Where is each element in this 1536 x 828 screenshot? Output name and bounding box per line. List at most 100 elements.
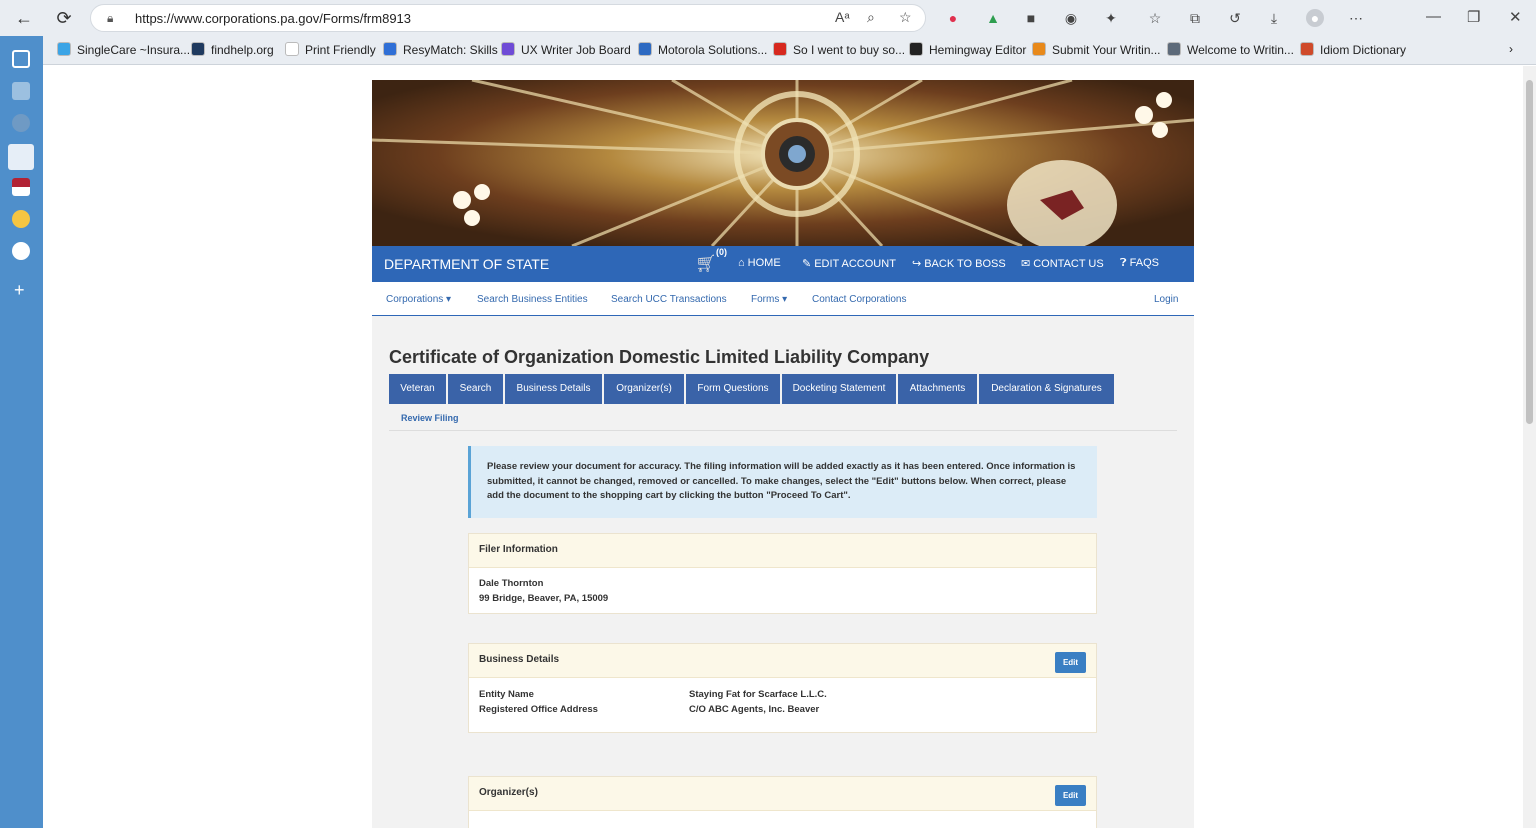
card-title: Organizer(s) <box>479 787 538 798</box>
close-icon[interactable]: ✕ <box>1509 8 1522 26</box>
site-icon[interactable] <box>12 82 30 100</box>
business-details-card: Business Details Edit Entity Name Stayin… <box>468 643 1097 733</box>
question-icon: ❓︎ <box>1120 257 1127 269</box>
more-icon[interactable]: ⋯ <box>1347 9 1365 27</box>
filer-address: 99 Bridge, Beaver, PA, 15009 <box>479 592 609 604</box>
page-container: DEPARTMENT OF STATE 🛒︎ (0) ⌂ HOME ✎ EDIT A… <box>372 80 1194 828</box>
edit-icon: ✎ <box>802 258 812 270</box>
tab-form-questions[interactable]: Form Questions <box>686 374 780 404</box>
tab-organizers[interactable]: Organizer(s) <box>604 374 684 404</box>
tab-search[interactable]: Search <box>448 374 503 404</box>
history-icon[interactable]: ↺ <box>1226 9 1244 27</box>
extension-icon[interactable]: ■ <box>1022 9 1040 27</box>
profile-avatar-icon[interactable]: ● <box>1306 9 1324 27</box>
bookmark-favicon-icon <box>191 42 205 56</box>
bookmark-item[interactable]: Submit Your Writin... <box>1032 42 1161 57</box>
maps-icon[interactable] <box>12 210 30 228</box>
refresh-icon[interactable]: ⟳ <box>52 6 76 30</box>
mail-icon: ✉ <box>1021 258 1031 270</box>
tab-attachments[interactable]: Attachments <box>898 374 977 404</box>
filer-name: Dale Thornton <box>479 578 544 589</box>
bookmark-item[interactable]: Idiom Dictionary <box>1300 42 1406 57</box>
cart-count[interactable]: (0) <box>716 247 727 257</box>
bookmark-item[interactable]: Hemingway Editor <box>909 42 1026 57</box>
document-icon[interactable] <box>8 144 34 170</box>
edit-business-button[interactable]: Edit <box>1055 652 1086 673</box>
restore-icon[interactable]: ❐ <box>1467 8 1480 26</box>
bookmark-item[interactable]: So I went to buy so... <box>773 42 905 57</box>
divider <box>389 430 1177 431</box>
download-icon[interactable]: ⤓ <box>1265 9 1283 27</box>
collections-icon[interactable]: ⧉ <box>1186 9 1204 27</box>
url-text[interactable]: https://www.corporations.pa.gov/Forms/fr… <box>135 11 411 26</box>
bookmark-item[interactable]: findhelp.org <box>191 42 274 57</box>
tab-actions-icon[interactable] <box>12 50 30 68</box>
read-aloud-icon[interactable]: Aᵃ <box>835 9 850 25</box>
dept-title: DEPARTMENT OF STATE <box>384 256 550 272</box>
address-bar[interactable]: 🔒︎ https://www.corporations.pa.gov/Forms… <box>90 4 926 32</box>
favorite-add-icon[interactable]: ☆ <box>899 9 912 26</box>
tab-declaration-signatures[interactable]: Declaration & Signatures <box>979 374 1114 404</box>
nav-label: FAQS <box>1129 257 1159 269</box>
subnav-contact[interactable]: Contact Corporations <box>812 294 907 305</box>
chevron-right-icon[interactable]: › <box>1509 42 1513 56</box>
favorites-icon[interactable]: ☆ <box>1146 9 1164 27</box>
nav-home[interactable]: ⌂ HOME <box>738 257 781 269</box>
extension-icon[interactable]: ● <box>944 9 962 27</box>
flag-icon[interactable] <box>12 178 30 196</box>
bookmark-favicon-icon <box>1032 42 1046 56</box>
subnav-corporations[interactable]: Corporations ▾ <box>386 294 451 305</box>
entity-name-label: Entity Name <box>479 689 534 700</box>
back-arrow-icon[interactable]: ← <box>12 6 36 30</box>
google-icon[interactable] <box>12 242 30 260</box>
scrollbar[interactable] <box>1523 66 1536 828</box>
subnav-search-business[interactable]: Search Business Entities <box>477 294 588 305</box>
subnav-search-ucc[interactable]: Search UCC Transactions <box>611 294 727 305</box>
tab-business-details[interactable]: Business Details <box>505 374 602 404</box>
bookmark-item[interactable]: Motorola Solutions... <box>638 42 767 57</box>
tab-veteran[interactable]: Veteran <box>389 374 446 404</box>
login-link[interactable]: Login <box>1154 294 1178 305</box>
bookmarks-bar: SingleCare ~Insura... findhelp.org Print F… <box>43 36 1536 65</box>
bookmark-favicon-icon <box>57 42 71 56</box>
bookmark-favicon-icon <box>1300 42 1314 56</box>
zoom-icon[interactable]: ⌕ <box>867 9 875 26</box>
nav-edit-account[interactable]: ✎ EDIT ACCOUNT <box>802 257 896 270</box>
caret-down-icon: ▾ <box>446 294 452 305</box>
edit-organizers-button[interactable]: Edit <box>1055 785 1086 806</box>
subnav-label: Corporations <box>386 294 444 305</box>
organizers-card: Organizer(s) Edit <box>468 776 1097 828</box>
pa-icon[interactable] <box>12 114 30 132</box>
bookmark-favicon-icon <box>1167 42 1181 56</box>
tab-docketing-statement[interactable]: Docketing Statement <box>782 374 896 404</box>
bookmark-label: Motorola Solutions... <box>658 43 768 57</box>
office-address-label: Registered Office Address <box>479 703 598 715</box>
office-address-value: C/O ABC Agents, Inc. Beaver <box>689 703 820 715</box>
office-address-row: Registered Office Address C/O ABC Agents… <box>479 703 1086 718</box>
extensions-icon[interactable]: ✦ <box>1102 9 1120 27</box>
bookmark-item[interactable]: ResyMatch: Skills <box>383 42 498 57</box>
scrollbar-thumb[interactable] <box>1526 80 1533 424</box>
bookmark-favicon-icon <box>909 42 923 56</box>
tab-review-filing[interactable]: Review Filing <box>401 413 459 423</box>
bookmark-favicon-icon <box>383 42 397 56</box>
bookmark-item[interactable]: SingleCare ~Insura... <box>57 42 190 57</box>
extension-icon[interactable]: ◉ <box>1062 9 1080 27</box>
minimize-icon[interactable]: — <box>1426 8 1441 25</box>
review-notice: Please review your document for accuracy… <box>468 446 1097 518</box>
add-icon[interactable]: + <box>14 280 25 301</box>
lock-icon: 🔒︎ <box>107 11 114 25</box>
drive-icon[interactable]: ▲ <box>984 9 1002 27</box>
nav-faqs[interactable]: ❓︎ FAQS <box>1120 257 1159 270</box>
filer-info-card: Filer Information Dale Thornton 99 Bridg… <box>468 533 1097 614</box>
cart-icon[interactable]: 🛒︎ <box>695 254 717 274</box>
bookmark-label: So I went to buy so... <box>793 43 906 57</box>
bookmark-item[interactable]: Welcome to Writin... <box>1167 42 1294 57</box>
nav-contact-us[interactable]: ✉ CONTACT US <box>1021 257 1104 270</box>
bookmark-item[interactable]: UX Writer Job Board <box>501 42 631 57</box>
caret-down-icon: ▾ <box>782 294 788 305</box>
nav-back-to-boss[interactable]: ↪ BACK TO BOSS <box>912 257 1006 270</box>
nav-label: EDIT ACCOUNT <box>814 258 896 270</box>
bookmark-item[interactable]: Print Friendly <box>285 42 376 57</box>
subnav-forms[interactable]: Forms ▾ <box>751 294 787 305</box>
